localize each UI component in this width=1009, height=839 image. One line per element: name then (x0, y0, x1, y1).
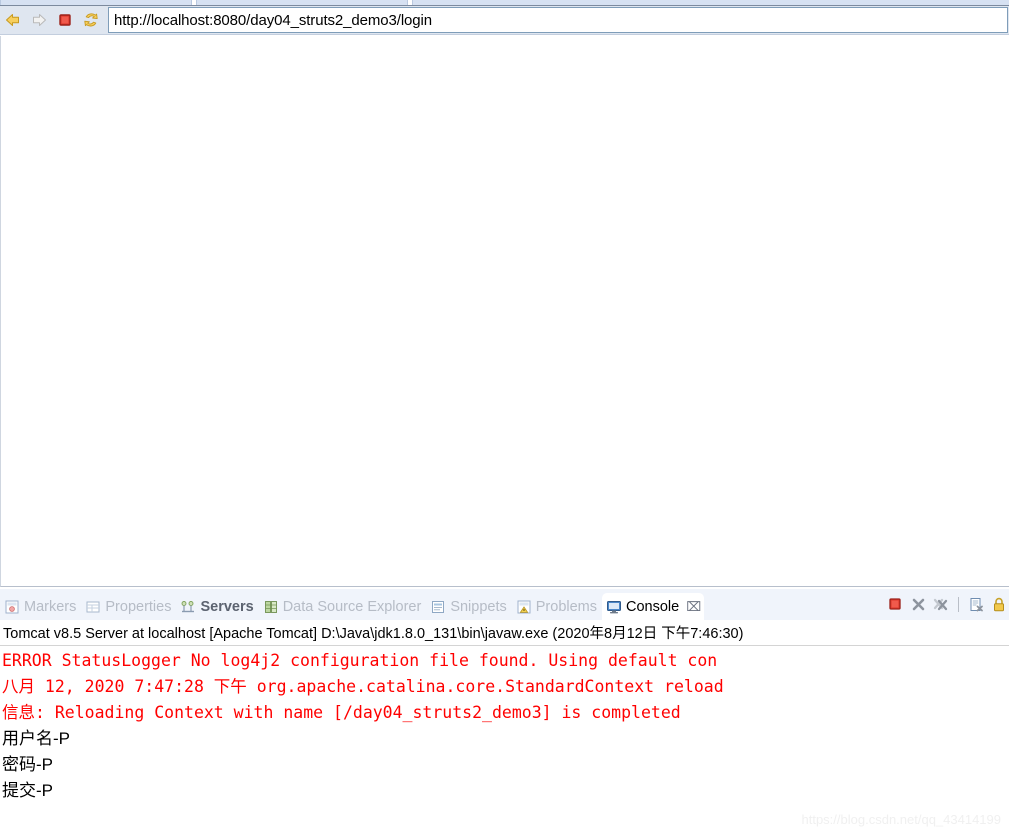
console-process-header: Tomcat v8.5 Server at localhost [Apache … (3, 626, 744, 642)
view-tab-bar: Markers Properties Servers Data Source E… (0, 589, 1009, 620)
console-line: 信息: Reloading Context with name [/day04_… (2, 703, 681, 722)
tab-servers[interactable]: Servers (176, 594, 258, 620)
problems-icon (516, 599, 532, 615)
refresh-icon (82, 12, 100, 28)
tab-properties[interactable]: Properties (81, 594, 176, 620)
console-log-lines: ERROR StatusLogger No log4j2 configurati… (0, 646, 1009, 804)
tab-servers-label: Servers (200, 599, 254, 615)
tab-console[interactable]: Console ⌧ (602, 593, 705, 620)
refresh-button[interactable] (78, 6, 104, 34)
watermark: https://blog.csdn.net/qq_43414199 (801, 812, 1002, 827)
tab-snippets[interactable]: Snippets (426, 594, 511, 620)
tab-problems-label: Problems (535, 599, 597, 615)
address-bar[interactable]: http://localhost:8080/day04_struts2_demo… (108, 7, 1008, 33)
console-view-toolbar (887, 591, 1009, 617)
eclipse-bottom-panel: Markers Properties Servers Data Source E… (0, 589, 1009, 839)
console-line: 提交-P (2, 781, 53, 800)
console-line: 八月 12, 2020 7:47:28 下午 org.apache.catali… (2, 677, 724, 696)
clear-console-icon[interactable] (968, 596, 984, 612)
console-line: 密码-P (2, 755, 53, 774)
properties-icon (85, 599, 101, 615)
scroll-lock-icon[interactable] (991, 596, 1007, 612)
servers-icon (180, 599, 196, 615)
remove-launch-icon[interactable] (910, 596, 926, 612)
tab-markers[interactable]: Markers (0, 594, 81, 620)
console-icon (606, 599, 622, 615)
console-line: 用户名-P (2, 729, 70, 748)
remove-all-terminated-icon[interactable] (933, 596, 949, 612)
data-source-explorer-icon (263, 599, 279, 615)
internal-web-browser: http://localhost:8080/day04_struts2_demo… (0, 5, 1009, 588)
tab-console-label: Console (626, 598, 680, 615)
toolbar-separator (958, 596, 959, 612)
forward-arrow-icon (30, 12, 48, 28)
forward-button[interactable] (26, 6, 52, 34)
console-line: ERROR StatusLogger No log4j2 configurati… (2, 651, 718, 670)
tab-snippets-label: Snippets (450, 599, 507, 615)
tab-properties-label: Properties (105, 599, 172, 615)
tab-problems[interactable]: Problems (512, 594, 602, 620)
close-icon[interactable]: ⌧ (686, 600, 701, 613)
address-bar-url: http://localhost:8080/day04_struts2_demo… (114, 11, 433, 29)
tab-markers-label: Markers (24, 599, 77, 615)
tab-data-source-explorer[interactable]: Data Source Explorer (259, 594, 427, 620)
tab-data-source-explorer-label: Data Source Explorer (282, 599, 422, 615)
snippets-icon (430, 599, 446, 615)
stop-button[interactable] (52, 6, 78, 34)
markers-icon (4, 599, 20, 615)
back-arrow-icon (4, 12, 22, 28)
browser-toolbar: http://localhost:8080/day04_struts2_demo… (0, 5, 1009, 35)
stop-square-icon (58, 13, 72, 27)
console-output-area[interactable]: Tomcat v8.5 Server at localhost [Apache … (0, 620, 1009, 839)
terminate-icon[interactable] (887, 596, 903, 612)
back-button[interactable] (0, 6, 26, 34)
browser-page-content (0, 36, 1009, 587)
